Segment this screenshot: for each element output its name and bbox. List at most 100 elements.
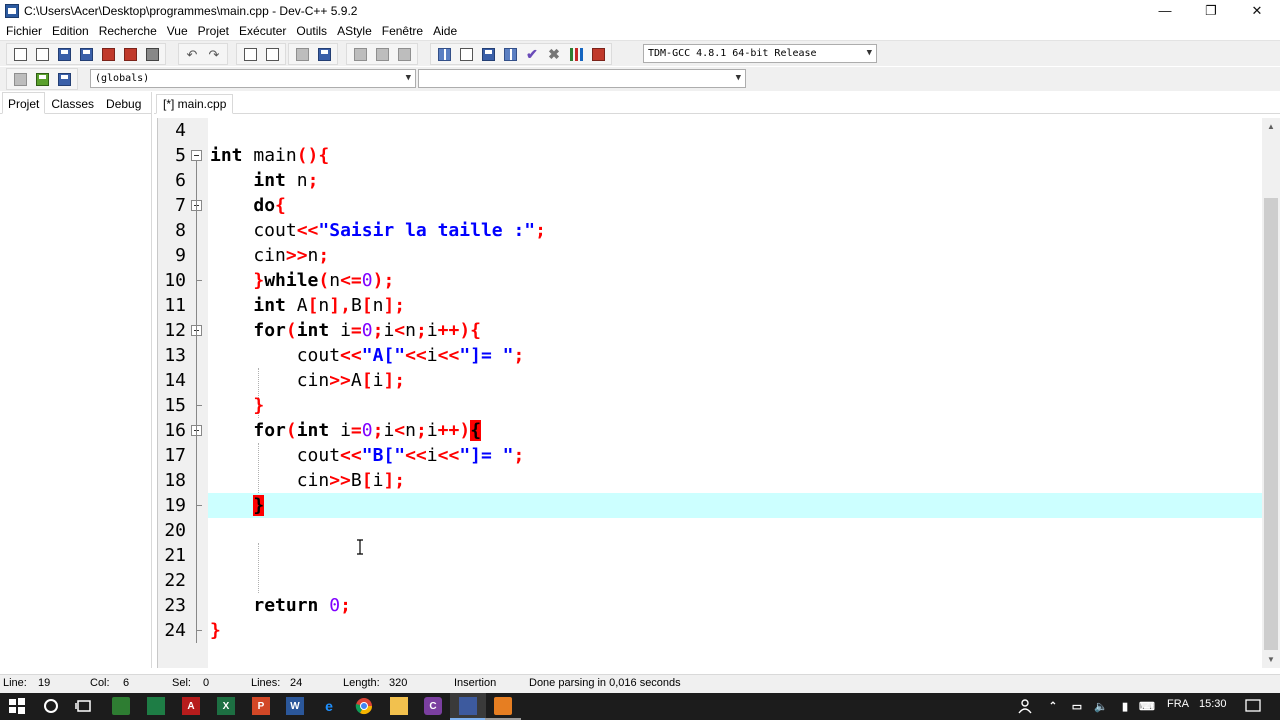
bookmark-button[interactable] bbox=[394, 45, 414, 63]
app-acrobat-icon[interactable]: A bbox=[182, 697, 200, 715]
search-toolbar-group bbox=[236, 43, 286, 65]
back-icon bbox=[353, 47, 367, 61]
file-explorer-icon[interactable] bbox=[390, 697, 408, 715]
power-icon[interactable]: ▮ bbox=[1116, 697, 1134, 715]
fold-line bbox=[196, 161, 197, 643]
menu-fenetre[interactable]: Fenêtre bbox=[378, 24, 427, 38]
line-number: 9 bbox=[175, 245, 186, 266]
save-all-icon bbox=[79, 47, 93, 61]
close-all-button[interactable] bbox=[120, 45, 140, 63]
compile-toolbar-group: ✔ ✖ bbox=[430, 43, 612, 65]
chrome-icon[interactable] bbox=[355, 697, 373, 715]
find-button[interactable] bbox=[240, 45, 260, 63]
compile-run-button[interactable] bbox=[478, 45, 498, 63]
run-icon bbox=[459, 47, 473, 61]
chevron-up-icon[interactable]: ⌃ bbox=[1044, 697, 1062, 715]
new-file-button[interactable] bbox=[10, 45, 30, 63]
scroll-down-icon[interactable]: ▼ bbox=[1262, 651, 1280, 668]
code-editor[interactable]: 4 5 6 7 8 9 10 11 12 13 14 15 16 17 18 1… bbox=[157, 118, 1262, 668]
open-button[interactable] bbox=[32, 45, 52, 63]
excel-icon[interactable]: X bbox=[217, 697, 235, 715]
tab-classes[interactable]: Classes bbox=[45, 92, 100, 114]
tab-projet[interactable]: Projet bbox=[2, 92, 46, 114]
code-line: int A[n],B[n]; bbox=[253, 295, 406, 316]
restore-button[interactable]: ❐ bbox=[1188, 0, 1234, 21]
print-button[interactable] bbox=[142, 45, 162, 63]
task-view-icon[interactable] bbox=[75, 697, 93, 715]
scroll-thumb[interactable] bbox=[1264, 198, 1278, 650]
line-number: 13 bbox=[164, 345, 186, 366]
volume-icon[interactable]: 🔈 bbox=[1092, 697, 1110, 715]
compile-button[interactable] bbox=[434, 45, 454, 63]
network-icon[interactable]: ▭ bbox=[1068, 697, 1086, 715]
windows-start-icon[interactable] bbox=[8, 697, 26, 715]
minimize-button[interactable]: — bbox=[1142, 0, 1188, 21]
code-area[interactable]: int main(){ int n; do{ cout<<"Saisir la … bbox=[208, 118, 1262, 668]
find-icon bbox=[243, 47, 257, 61]
rebuild-button[interactable] bbox=[500, 45, 520, 63]
fold-toggle-icon[interactable] bbox=[191, 150, 202, 161]
clock[interactable]: 15:30 bbox=[1199, 698, 1227, 710]
menu-edition[interactable]: Edition bbox=[48, 24, 93, 38]
menu-aide[interactable]: Aide bbox=[429, 24, 461, 38]
edge-icon[interactable]: e bbox=[320, 697, 338, 715]
app-photos-icon[interactable] bbox=[147, 697, 165, 715]
undo-button[interactable]: ↶ bbox=[182, 45, 202, 63]
close-button[interactable]: ✕ bbox=[1234, 0, 1280, 21]
check-syntax-button[interactable]: ✔ bbox=[522, 45, 542, 63]
vertical-scrollbar[interactable]: ▲ ▼ bbox=[1262, 118, 1280, 668]
compiler-select[interactable]: TDM-GCC 4.8.1 64-bit Release ▼ bbox=[643, 44, 877, 63]
undo-toolbar-group: ↶ ↷ bbox=[178, 43, 228, 65]
nav-toolbar-group bbox=[346, 43, 418, 65]
menu-executer[interactable]: Exécuter bbox=[235, 24, 290, 38]
app-green-icon[interactable] bbox=[112, 697, 130, 715]
search-icon[interactable] bbox=[42, 697, 60, 715]
check-icon: ✔ bbox=[526, 45, 538, 62]
app-purple-icon[interactable]: C bbox=[424, 697, 442, 715]
menu-astyle[interactable]: AStyle bbox=[333, 24, 376, 38]
notification-icon[interactable] bbox=[1244, 697, 1262, 715]
scroll-up-icon[interactable]: ▲ bbox=[1262, 118, 1280, 135]
unindent-icon bbox=[317, 47, 331, 61]
replace-button[interactable] bbox=[262, 45, 282, 63]
unindent-button[interactable] bbox=[314, 45, 334, 63]
close-file-button[interactable] bbox=[98, 45, 118, 63]
language-indicator[interactable]: FRA bbox=[1167, 698, 1189, 710]
powerpoint-icon[interactable]: P bbox=[252, 697, 270, 715]
devcpp-taskbar-icon[interactable] bbox=[459, 697, 477, 715]
save-button[interactable] bbox=[54, 45, 74, 63]
project-options-button[interactable] bbox=[10, 70, 30, 88]
menu-vue[interactable]: Vue bbox=[163, 24, 192, 38]
delete-profile-button[interactable] bbox=[588, 45, 608, 63]
devcpp-app-icon[interactable] bbox=[5, 3, 19, 18]
forward-button[interactable] bbox=[372, 45, 392, 63]
redo-icon: ↷ bbox=[208, 46, 220, 62]
code-line: } bbox=[210, 620, 221, 641]
line-number: 4 bbox=[175, 120, 186, 141]
status-mode: Insertion bbox=[454, 677, 497, 689]
menu-fichier[interactable]: Fichier bbox=[2, 24, 46, 38]
app-orange-icon[interactable] bbox=[494, 697, 512, 715]
word-icon[interactable]: W bbox=[286, 697, 304, 715]
scope-select[interactable]: (globals) ▼ bbox=[90, 69, 416, 88]
run-button[interactable] bbox=[456, 45, 476, 63]
remove-from-project-button[interactable] bbox=[54, 70, 74, 88]
tab-debug[interactable]: Debug bbox=[100, 92, 147, 114]
redo-button[interactable]: ↷ bbox=[204, 45, 224, 63]
profile-button[interactable] bbox=[566, 45, 586, 63]
keyboard-icon[interactable]: ⌨ bbox=[1138, 697, 1156, 715]
menu-projet[interactable]: Projet bbox=[194, 24, 233, 38]
people-icon[interactable] bbox=[1016, 697, 1034, 715]
menu-outils[interactable]: Outils bbox=[292, 24, 331, 38]
code-line: cout<<"Saisir la taille :"; bbox=[210, 220, 546, 241]
save-all-button[interactable] bbox=[76, 45, 96, 63]
add-to-project-button[interactable] bbox=[32, 70, 52, 88]
editor-tabs: [*] main.cpp bbox=[154, 92, 1280, 114]
indent-button[interactable] bbox=[292, 45, 312, 63]
code-line: cout<<"A["<<i<<"]= "; bbox=[210, 345, 525, 366]
stop-button[interactable]: ✖ bbox=[544, 45, 564, 63]
back-button[interactable] bbox=[350, 45, 370, 63]
member-select[interactable]: ▼ bbox=[418, 69, 746, 88]
tab-main-cpp[interactable]: [*] main.cpp bbox=[156, 94, 234, 114]
menu-recherche[interactable]: Recherche bbox=[95, 24, 161, 38]
